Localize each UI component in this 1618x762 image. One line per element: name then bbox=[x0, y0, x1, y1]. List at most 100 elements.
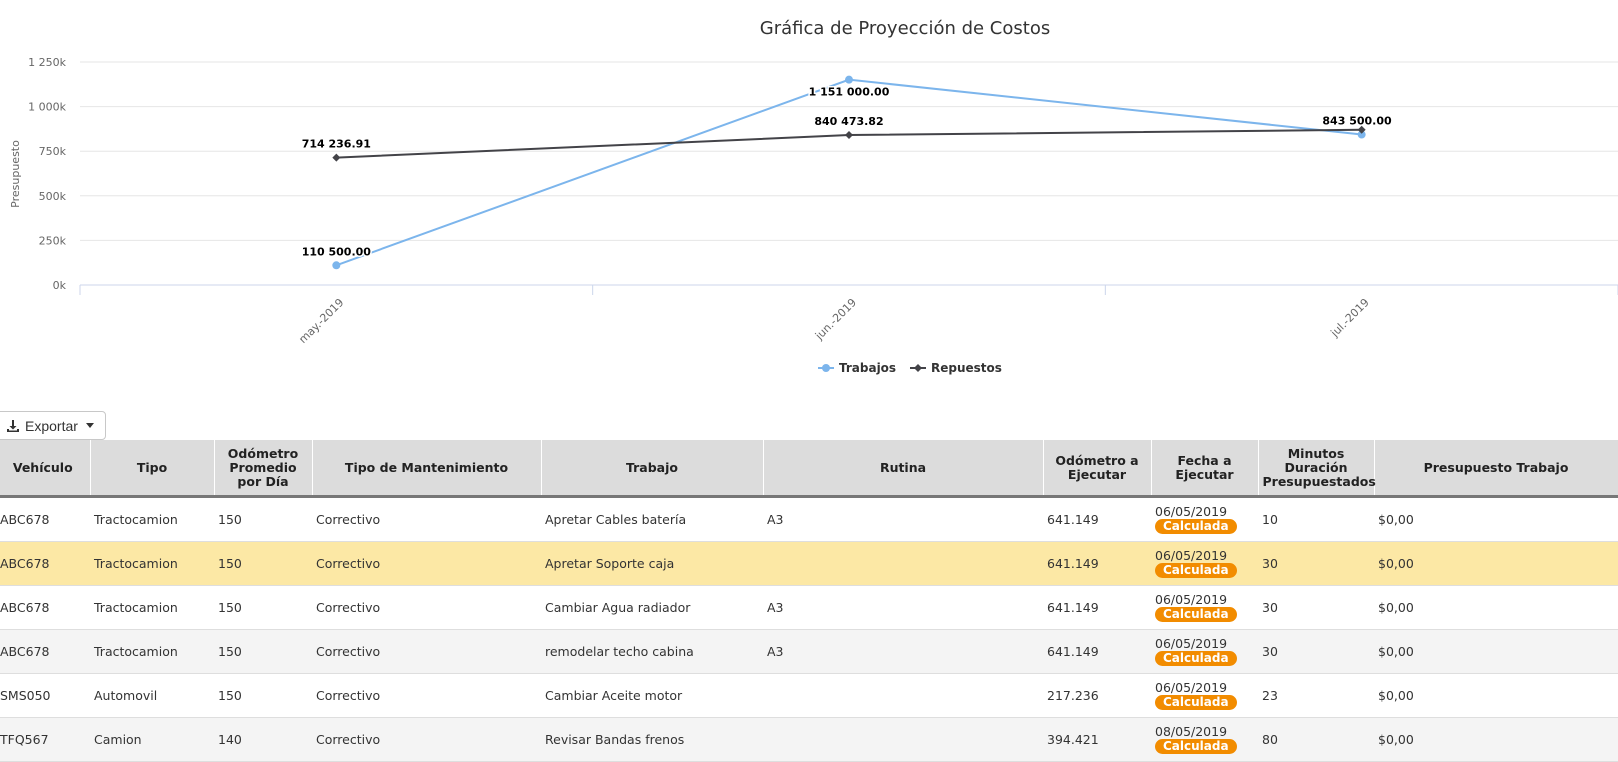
target-odometer-cell: 641.149 bbox=[1043, 541, 1151, 586]
job-cell: Apretar Cables batería bbox=[541, 496, 763, 542]
column-header[interactable]: Tipo bbox=[90, 440, 215, 498]
budget-cell: $0,00 bbox=[1374, 541, 1618, 586]
legend-item-repuestos: Repuestos bbox=[931, 361, 1002, 375]
minutes-cell: 10 bbox=[1258, 496, 1374, 542]
data-point bbox=[332, 261, 341, 270]
y-tick-label: 1 250k bbox=[28, 56, 66, 69]
routine-cell: A3 bbox=[763, 629, 1043, 674]
y-tick-label: 750k bbox=[39, 145, 67, 158]
status-badge: Calculada bbox=[1155, 695, 1237, 710]
table-header-row: Vehículo Tipo Odómetro Promedio por Día … bbox=[0, 440, 1618, 498]
type-cell: Tractocamion bbox=[90, 585, 214, 630]
data-point bbox=[332, 153, 341, 162]
date-text: 06/05/2019 bbox=[1155, 636, 1228, 651]
job-cell: Cambiar Aceite motor bbox=[541, 673, 763, 718]
data-label: 1 151 000.00 bbox=[809, 86, 890, 99]
status-badge: Calculada bbox=[1155, 739, 1237, 754]
vehicle-cell: ABC678 bbox=[0, 585, 90, 630]
job-cell: Apretar Soporte caja bbox=[541, 541, 763, 586]
column-header[interactable]: Minutos Duración Presupuestados bbox=[1258, 440, 1376, 498]
column-header[interactable]: Vehículo bbox=[0, 440, 91, 498]
data-point bbox=[845, 131, 853, 140]
table-row[interactable]: SMS050 Automovil 150 Correctivo Cambiar Acei… bbox=[0, 673, 1618, 718]
budget-cell: $0,00 bbox=[1374, 717, 1618, 762]
routine-cell bbox=[763, 717, 1043, 762]
y-tick-label: 1 000k bbox=[28, 101, 66, 114]
routine-cell: A3 bbox=[763, 496, 1043, 542]
target-odometer-cell: 394.421 bbox=[1043, 717, 1151, 762]
vehicle-cell: ABC678 bbox=[0, 629, 90, 674]
avg-odometer-cell: 150 bbox=[214, 585, 312, 630]
budget-cell: $0,00 bbox=[1374, 629, 1618, 674]
column-header[interactable]: Trabajo bbox=[541, 440, 764, 498]
data-point bbox=[845, 75, 853, 84]
avg-odometer-cell: 150 bbox=[214, 496, 312, 542]
export-button[interactable]: Exportar bbox=[0, 411, 106, 440]
vehicle-cell: ABC678 bbox=[0, 496, 90, 542]
caret-down-icon bbox=[85, 423, 94, 428]
y-tick-label: 500k bbox=[39, 190, 67, 203]
type-cell: Tractocamion bbox=[90, 541, 214, 586]
minutes-cell: 30 bbox=[1258, 629, 1374, 674]
date-text: 06/05/2019 bbox=[1155, 592, 1228, 607]
status-badge: Calculada bbox=[1155, 563, 1237, 578]
column-header[interactable]: Fecha a Ejecutar bbox=[1151, 440, 1259, 498]
data-label: 110 500.00 bbox=[302, 245, 372, 258]
maintenance-type-cell: Correctivo bbox=[312, 629, 541, 674]
cost-projection-chart: Gráfica de Proyección de Costos Presupues… bbox=[9, 18, 1618, 375]
date-cell: 08/05/2019 Calculada bbox=[1151, 717, 1258, 762]
column-header[interactable]: Presupuesto Trabajo bbox=[1374, 440, 1618, 498]
column-header[interactable]: Odómetro a Ejecutar bbox=[1043, 440, 1152, 498]
table-row[interactable]: ABC678 Tractocamion 150 Correctivo Apretar S… bbox=[0, 541, 1618, 586]
vehicle-cell: TFQ567 bbox=[0, 717, 90, 762]
job-cell: Revisar Bandas frenos bbox=[541, 717, 763, 762]
avg-odometer-cell: 150 bbox=[214, 541, 312, 586]
maintenance-type-cell: Correctivo bbox=[312, 673, 541, 718]
type-cell: Automovil bbox=[90, 673, 214, 718]
column-header[interactable]: Tipo de Mantenimiento bbox=[312, 440, 542, 498]
type-cell: Tractocamion bbox=[90, 496, 214, 542]
maintenance-type-cell: Correctivo bbox=[312, 717, 541, 762]
table-row[interactable]: ABC678 Tractocamion 150 Correctivo remodelar… bbox=[0, 629, 1618, 674]
avg-odometer-cell: 150 bbox=[214, 629, 312, 674]
column-header[interactable]: Odómetro Promedio por Día bbox=[214, 440, 313, 498]
y-axis-label: Presupuesto bbox=[9, 140, 22, 208]
table-row[interactable]: ABC678 Tractocamion 150 Correctivo Apretar C… bbox=[0, 496, 1618, 542]
maintenance-table: Vehículo Tipo Odómetro Promedio por Día … bbox=[0, 440, 1618, 762]
maintenance-type-cell: Correctivo bbox=[312, 585, 541, 630]
x-tick-label: jul.-2019 bbox=[1328, 296, 1372, 340]
budget-cell: $0,00 bbox=[1374, 673, 1618, 718]
maintenance-type-cell: Correctivo bbox=[312, 541, 541, 586]
status-badge: Calculada bbox=[1155, 607, 1237, 622]
data-label: 843 500.00 bbox=[1322, 115, 1392, 128]
legend-marker bbox=[822, 364, 830, 372]
table-row[interactable]: TFQ567 Camion 140 Correctivo Revisar Bandas … bbox=[0, 717, 1618, 762]
job-cell: remodelar techo cabina bbox=[541, 629, 763, 674]
date-text: 06/05/2019 bbox=[1155, 680, 1228, 695]
export-button-label: Exportar bbox=[25, 417, 78, 434]
target-odometer-cell: 217.236 bbox=[1043, 673, 1151, 718]
job-cell: Cambiar Agua radiador bbox=[541, 585, 763, 630]
type-cell: Camion bbox=[90, 717, 214, 762]
column-header[interactable]: Rutina bbox=[763, 440, 1044, 498]
minutes-cell: 23 bbox=[1258, 673, 1374, 718]
x-tick-label: jun.-2019 bbox=[812, 296, 859, 343]
date-text: 06/05/2019 bbox=[1155, 504, 1228, 519]
avg-odometer-cell: 140 bbox=[214, 717, 312, 762]
minutes-cell: 30 bbox=[1258, 585, 1374, 630]
date-cell: 06/05/2019 Calculada bbox=[1151, 585, 1258, 630]
status-badge: Calculada bbox=[1155, 651, 1237, 666]
routine-cell bbox=[763, 541, 1043, 586]
date-text: 08/05/2019 bbox=[1155, 724, 1228, 739]
y-tick-label: 0k bbox=[53, 279, 67, 292]
series-line-trabajos bbox=[335, 78, 1362, 267]
table-row[interactable]: ABC678 Tractocamion 150 Correctivo Cambiar A… bbox=[0, 585, 1618, 630]
legend-item-trabajos: Trabajos bbox=[839, 361, 896, 375]
minutes-cell: 30 bbox=[1258, 541, 1374, 586]
avg-odometer-cell: 150 bbox=[214, 673, 312, 718]
date-cell: 06/05/2019 Calculada bbox=[1151, 541, 1258, 586]
vehicle-cell: ABC678 bbox=[0, 541, 90, 586]
status-badge: Calculada bbox=[1155, 519, 1237, 534]
target-odometer-cell: 641.149 bbox=[1043, 629, 1151, 674]
date-text: 06/05/2019 bbox=[1155, 548, 1228, 563]
